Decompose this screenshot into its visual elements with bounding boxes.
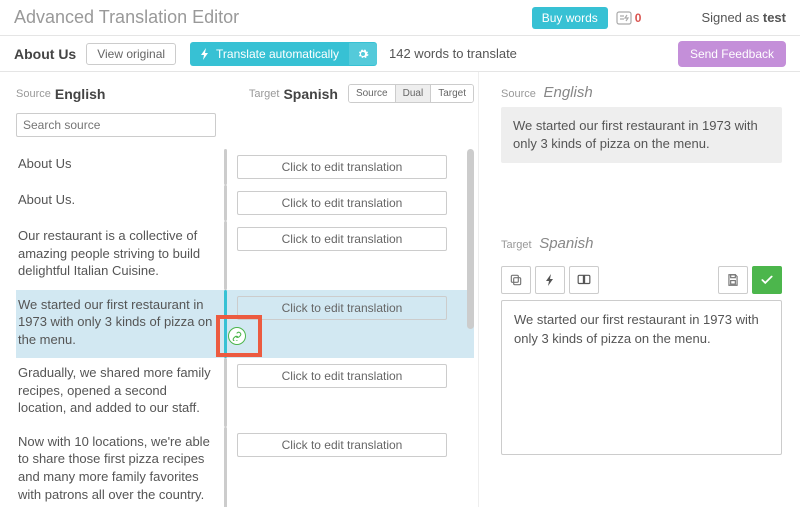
segment-row[interactable]: Gradually, we shared more family recipes… bbox=[16, 358, 474, 427]
words-to-translate: 142 words to translate bbox=[389, 46, 517, 61]
mode-target[interactable]: Target bbox=[431, 85, 473, 102]
segment-row[interactable]: About Us Click to edit translation bbox=[16, 149, 474, 185]
glossary-button[interactable] bbox=[569, 266, 599, 294]
translate-auto-button[interactable]: Translate automatically bbox=[190, 42, 349, 66]
book-icon bbox=[577, 273, 591, 287]
send-feedback-button[interactable]: Send Feedback bbox=[678, 41, 786, 67]
gear-icon bbox=[357, 48, 369, 60]
edit-translation-button[interactable]: Click to edit translation bbox=[237, 296, 447, 320]
edit-translation-button[interactable]: Click to edit translation bbox=[237, 364, 447, 388]
disk-icon bbox=[726, 273, 740, 287]
link-icon[interactable] bbox=[228, 327, 246, 345]
buy-words-button[interactable]: Buy words bbox=[532, 7, 608, 29]
credits-icon bbox=[616, 10, 632, 26]
search-input[interactable] bbox=[16, 113, 216, 137]
copy-icon bbox=[509, 273, 523, 287]
segment-row-selected[interactable]: We started our first restaurant in 1973 … bbox=[16, 290, 474, 359]
confirm-button[interactable] bbox=[752, 266, 782, 294]
edit-translation-button[interactable]: Click to edit translation bbox=[237, 227, 447, 251]
view-mode-toggle[interactable]: Source Dual Target bbox=[348, 84, 474, 103]
bolt-icon bbox=[200, 48, 210, 60]
segment-source: We started our first restaurant in 1973 … bbox=[16, 290, 224, 359]
view-original-button[interactable]: View original bbox=[86, 43, 176, 65]
copy-source-button[interactable] bbox=[501, 266, 531, 294]
credits-indicator: 0 bbox=[616, 10, 642, 26]
segment-source: Now with 10 locations, we're able to sha… bbox=[16, 427, 224, 507]
edit-translation-button[interactable]: Click to edit translation bbox=[237, 191, 447, 215]
segment-source: Our restaurant is a collective of amazin… bbox=[16, 221, 224, 290]
credits-count: 0 bbox=[632, 11, 642, 25]
app-title: Advanced Translation Editor bbox=[14, 7, 239, 28]
scrollbar-thumb[interactable] bbox=[467, 149, 474, 329]
detail-target-header: Target Spanish bbox=[501, 235, 782, 252]
save-button[interactable] bbox=[718, 266, 748, 294]
source-lang-label: Source bbox=[16, 88, 51, 100]
machine-translate-button[interactable] bbox=[535, 266, 565, 294]
segment-row[interactable]: Now with 10 locations, we're able to sha… bbox=[16, 427, 474, 507]
edit-translation-button[interactable]: Click to edit translation bbox=[237, 155, 447, 179]
target-lang-label: Target bbox=[249, 88, 280, 100]
signed-as: Signed as test bbox=[701, 10, 786, 25]
segment-row[interactable]: Our restaurant is a collective of amazin… bbox=[16, 221, 474, 290]
edit-translation-button[interactable]: Click to edit translation bbox=[237, 433, 447, 457]
check-icon bbox=[760, 273, 774, 287]
source-lang-name: English bbox=[55, 86, 106, 102]
target-lang-name: Spanish bbox=[283, 86, 337, 102]
page-name: About Us bbox=[14, 46, 76, 62]
mode-dual[interactable]: Dual bbox=[396, 85, 432, 102]
detail-source-header: Source English bbox=[501, 84, 782, 101]
segment-row[interactable]: About Us. Click to edit translation bbox=[16, 185, 474, 221]
segment-source: About Us bbox=[16, 149, 224, 185]
detail-source-text: We started our first restaurant in 1973 … bbox=[501, 107, 782, 163]
translate-auto-settings[interactable] bbox=[349, 43, 377, 65]
mode-source[interactable]: Source bbox=[349, 85, 396, 102]
segment-source: Gradually, we shared more family recipes… bbox=[16, 358, 224, 427]
bolt-icon bbox=[545, 273, 555, 287]
translation-textarea[interactable] bbox=[501, 300, 782, 455]
segment-source: About Us. bbox=[16, 185, 224, 221]
